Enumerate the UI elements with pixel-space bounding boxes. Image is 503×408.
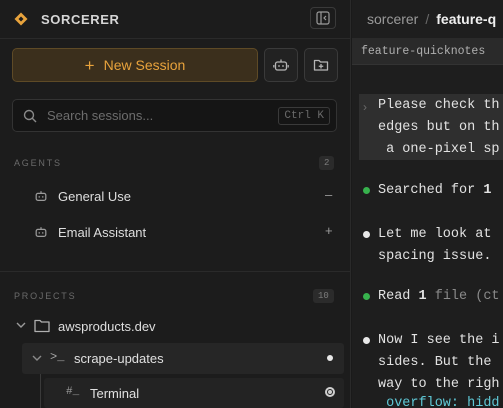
session-label: scrape-updates: [74, 351, 164, 366]
divider: [0, 38, 351, 39]
brand: SORCERER: [14, 10, 119, 28]
sorcerer-logo-icon: [14, 12, 28, 26]
breadcrumb-separator: /: [425, 11, 430, 27]
search-box[interactable]: Ctrl K: [12, 99, 337, 132]
breadcrumb-root[interactable]: sorcerer: [367, 11, 418, 27]
session-item-scrape-updates[interactable]: >_ scrape-updates: [22, 343, 344, 374]
project-item-awsproducts[interactable]: awsproducts.dev: [0, 311, 351, 341]
message-dot: [363, 337, 370, 344]
chevron-down-icon: [32, 355, 42, 361]
new-project-button[interactable]: [304, 48, 338, 82]
agent-label: General Use: [58, 189, 131, 204]
terminal-label: Terminal: [90, 386, 140, 401]
message-dot: [363, 231, 370, 238]
agents-section-label: AGENTS: [14, 158, 62, 168]
new-session-button[interactable]: + New Session: [12, 48, 258, 82]
tree-guide-line: [40, 374, 41, 408]
main-panel: sorcerer / feature-q feature-quicknotes › …: [352, 0, 503, 408]
success-dot: [363, 293, 370, 300]
folder-icon: [34, 319, 50, 333]
agent-action-button[interactable]: –: [325, 187, 332, 202]
user-message-text: Please check th edges but on th a one-pix…: [378, 98, 500, 157]
folder-plus-icon: [313, 59, 329, 71]
projects-section-label: PROJECTS: [14, 291, 77, 301]
search-icon: [23, 109, 37, 122]
app-name: SORCERER: [41, 11, 120, 27]
user-message: › Please check th edges but on th a one-p…: [359, 94, 503, 160]
active-indicator-icon: [325, 387, 335, 397]
assistant-message: Now I see the i sides. But the way to the…: [378, 333, 500, 392]
sidebar-collapse-icon: [316, 11, 330, 25]
projects-count-badge: 10: [313, 289, 334, 303]
terminal-item[interactable]: #_ Terminal: [44, 378, 344, 408]
message-caret-icon: ›: [363, 100, 367, 114]
unread-dot: [327, 355, 333, 361]
agent-action-button[interactable]: +: [325, 223, 333, 238]
breadcrumb: sorcerer / feature-q: [367, 11, 496, 27]
sidebar: SORCERER + New Session Search sessions..…: [0, 0, 351, 408]
breadcrumb-current: feature-q: [436, 11, 497, 27]
new-agent-button[interactable]: [264, 48, 298, 82]
log-searched: Searched for 1: [378, 183, 492, 198]
inline-code: overflow: hidd: [378, 396, 500, 408]
bot-icon: [35, 227, 47, 237]
search-shortcut-hint: Ctrl K: [278, 107, 330, 125]
bot-icon: [35, 191, 47, 201]
project-label: awsproducts.dev: [58, 319, 156, 334]
plus-icon: +: [84, 55, 95, 75]
prompt-icon: >_: [50, 350, 65, 364]
log-read: Read 1 file (ct: [378, 289, 500, 304]
agent-item-general-use[interactable]: General Use –: [0, 181, 351, 211]
success-dot: [363, 187, 370, 194]
agent-item-email-assistant[interactable]: Email Assistant +: [0, 217, 351, 247]
agent-label: Email Assistant: [58, 225, 147, 240]
chevron-down-icon: [16, 322, 26, 328]
bot-icon: [273, 59, 289, 71]
new-session-label: New Session: [103, 57, 186, 73]
divider: [0, 271, 351, 272]
assistant-message: Let me look at spacing issue.: [378, 227, 500, 264]
tab-label: feature-quicknotes: [361, 45, 486, 58]
agents-count-badge: 2: [319, 156, 335, 170]
tab-feature-quicknotes[interactable]: feature-quicknotes: [352, 39, 503, 65]
collapse-sidebar-button[interactable]: [310, 7, 336, 29]
terminal-icon: #_: [66, 386, 80, 398]
search-input[interactable]: [47, 108, 257, 123]
